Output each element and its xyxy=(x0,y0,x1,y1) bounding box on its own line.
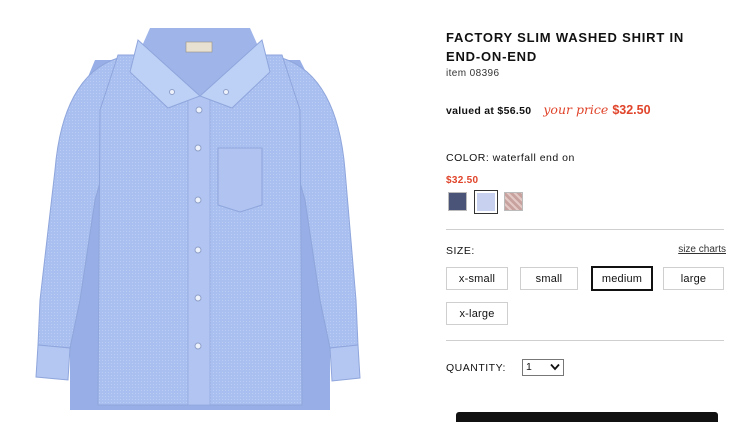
size-charts-link[interactable]: size charts xyxy=(678,244,726,255)
price-row: valued at $56.50 your price $32.50 xyxy=(446,102,651,117)
valued-at-price: valued at $56.50 xyxy=(446,105,532,117)
size-option-small[interactable]: small xyxy=(520,267,578,290)
color-label: COLOR: waterfall end on xyxy=(446,152,575,164)
quantity-value: 1 xyxy=(526,361,532,373)
add-to-bag-button[interactable] xyxy=(456,412,718,422)
size-option-x-small[interactable]: x-small xyxy=(446,267,508,290)
navy-swatch[interactable] xyxy=(448,192,467,211)
quantity-label: QUANTITY: xyxy=(446,362,506,374)
size-label: SIZE: xyxy=(446,245,475,257)
swatch-price: $32.50 xyxy=(446,175,479,186)
chevron-down-icon xyxy=(550,363,560,371)
divider xyxy=(446,229,724,230)
size-option-large[interactable]: large xyxy=(663,267,724,290)
light-blue-swatch[interactable] xyxy=(474,190,498,214)
color-swatches xyxy=(446,190,546,217)
size-option-medium[interactable]: medium xyxy=(591,266,653,291)
item-number: item 08396 xyxy=(446,68,500,79)
size-option-x-large[interactable]: x-large xyxy=(446,302,508,325)
shirt-illustration xyxy=(35,28,361,410)
quantity-select[interactable]: 1 xyxy=(522,359,564,376)
product-title: FACTORY SLIM WASHED SHIRT IN END-ON-END xyxy=(446,30,685,64)
product-details: FACTORY SLIM WASHED SHIRT IN END-ON-END … xyxy=(446,0,726,422)
pink-stripe-swatch[interactable] xyxy=(504,192,523,211)
your-price-label: your price xyxy=(543,102,609,117)
product-image[interactable] xyxy=(0,0,400,419)
divider xyxy=(446,340,724,341)
your-price: $32.50 xyxy=(612,103,651,117)
